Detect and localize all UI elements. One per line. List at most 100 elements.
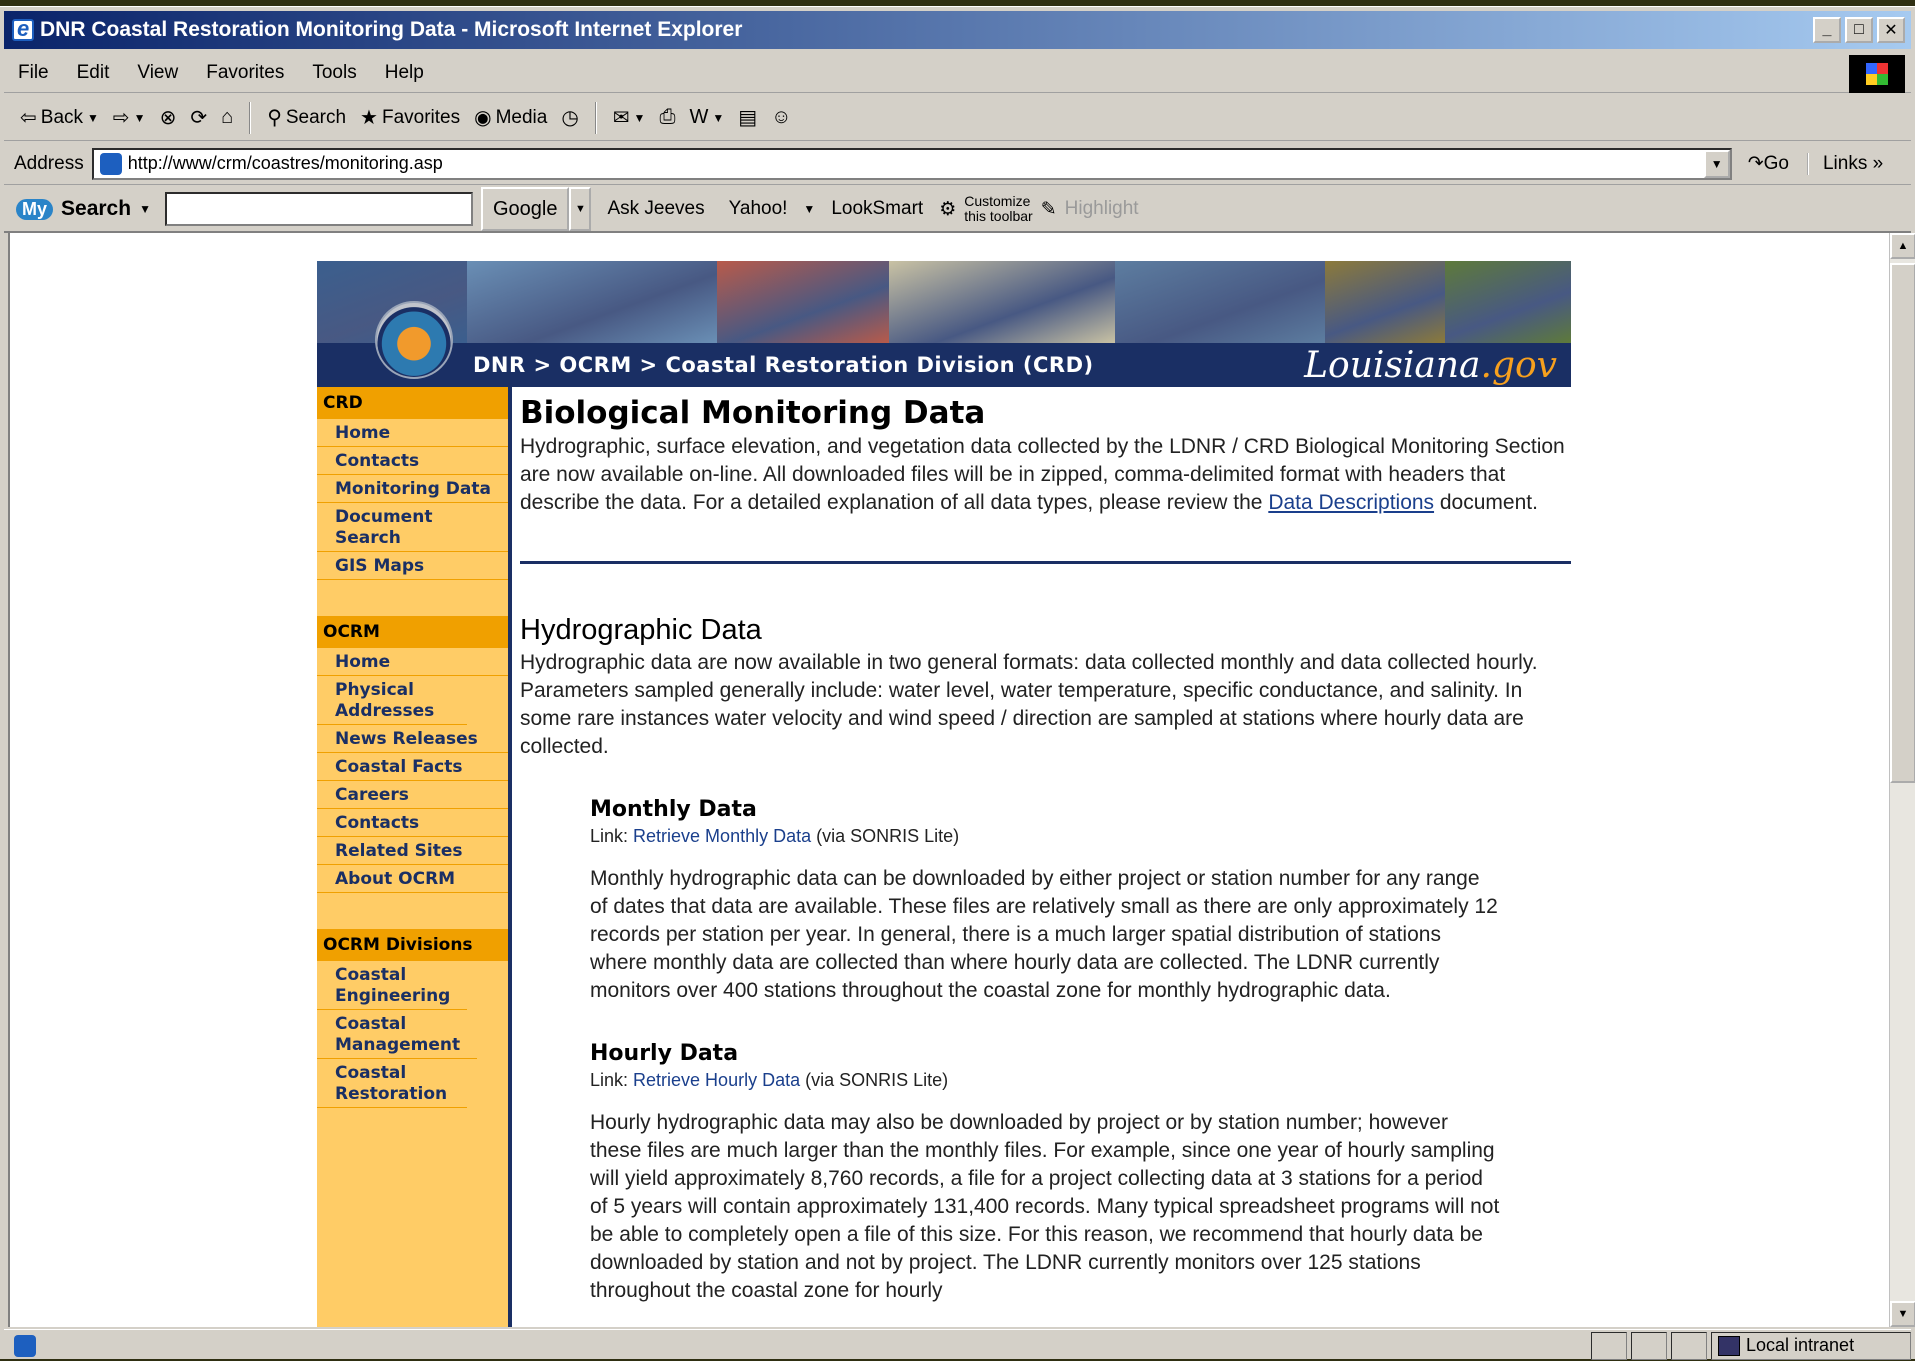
nav-ocrm-news-releases[interactable]: News Releases [317,725,508,753]
media-button[interactable]: ◉ Media [470,105,551,130]
minimize-button[interactable]: _ [1813,17,1841,43]
looksmart-link[interactable]: LookSmart [823,198,931,220]
page-title: Biological Monitoring Data [520,395,986,431]
louisiana-gov-logo[interactable]: Louisiana.gov [1304,345,1557,386]
links-button[interactable]: Links » [1806,152,1883,175]
divider [520,561,1571,564]
menu-tools[interactable]: Tools [298,62,370,84]
retrieve-hourly-data-link[interactable]: Retrieve Hourly Data [633,1070,800,1090]
zone-label: Local intranet [1746,1335,1855,1355]
nav-coastal-management[interactable]: Coastal Management [317,1010,477,1059]
logo-dot-gov-text: .gov [1480,345,1558,386]
intro-text-end: document. [1434,491,1538,514]
chevron-down-icon: ▼ [133,110,146,125]
nav-coastal-restoration[interactable]: Coastal Restoration [317,1059,467,1108]
banner-photo [1115,261,1325,343]
standard-toolbar: ⇦ Back ▼ ⇨ ▼ ⊗ ⟳ ⌂ ⚲ Search ★ Favorites ◉ Medi… [4,95,1911,141]
chevron-down-icon[interactable]: ▼ [139,202,151,216]
nav-crd-home[interactable]: Home [317,419,508,447]
menu-file[interactable]: File [4,62,63,84]
hourly-section: Hourly Data Link: Retrieve Hourly Data (… [590,1041,1571,1305]
scroll-thumb[interactable] [1890,263,1915,783]
menu-help[interactable]: Help [371,62,438,84]
chevron-down-icon[interactable]: ▼ [803,202,815,216]
dnr-seal-icon [375,301,453,379]
address-bar: Address http://www/crm/coastres/monitori… [4,143,1911,185]
monthly-paragraph: Monthly hydrographic data can be downloa… [590,867,1498,1002]
discuss-button[interactable]: ▤ [734,105,761,130]
address-input[interactable]: http://www/crm/coastres/monitoring.asp ▼ [91,147,1732,180]
breadcrumb[interactable]: DNR > OCRM > Coastal Restoration Divisio… [473,353,1094,377]
left-nav: CRD Home Contacts Monitoring Data Docume… [317,387,512,1327]
google-button[interactable]: Google [480,187,570,231]
print-icon: ⎙ [659,106,676,128]
customize-label-1: Customize [964,193,1031,209]
nav-crd-gis-maps[interactable]: GIS Maps [317,552,508,580]
monthly-section: Monthly Data Link: Retrieve Monthly Data… [590,797,1571,1005]
hourly-link-suffix: (via SONRIS Lite) [800,1070,949,1090]
go-arrow-icon: ↷ [1747,153,1764,174]
favorites-icon: ★ [360,107,378,129]
links-label: Links [1822,152,1868,174]
search-icon: ⚲ [267,107,282,129]
banner-photo [717,261,889,343]
highlight-button[interactable]: Highlight [1065,198,1139,220]
refresh-button[interactable]: ⟳ [186,105,211,130]
nav-ocrm-related-sites[interactable]: Related Sites [317,837,508,865]
print-button[interactable]: ⎙ [655,106,679,129]
menu-favorites[interactable]: Favorites [192,62,298,84]
toolbar-separator [249,101,252,134]
data-descriptions-link[interactable]: Data Descriptions [1268,491,1434,514]
scroll-down-button[interactable]: ▼ [1890,1301,1915,1327]
nav-ocrm-coastal-facts[interactable]: Coastal Facts [317,753,508,781]
retrieve-monthly-data-link[interactable]: Retrieve Monthly Data [633,826,811,846]
home-icon: ⌂ [221,106,234,128]
messenger-button[interactable]: ☺ [767,106,795,129]
yahoo-link[interactable]: Yahoo! [721,198,796,220]
nav-ocrm-physical-addresses[interactable]: Physical Addresses [317,676,467,725]
close-button[interactable]: ✕ [1877,17,1905,43]
nav-coastal-engineering[interactable]: Coastal Engineering [317,961,467,1010]
search-toolbar: My Search ▼ Google ▼ Ask Jeeves Yahoo! ▼… [4,187,1911,233]
intranet-icon [1718,1335,1740,1356]
search-button[interactable]: ⚲ Search [263,105,350,130]
edit-button[interactable]: W ▼ [685,106,728,129]
menu-edit[interactable]: Edit [63,62,124,84]
nav-crd-monitoring-data[interactable]: Monitoring Data [317,475,508,503]
site-banner: DNR > OCRM > Coastal Restoration Divisio… [317,261,1571,387]
nav-ocrm-home[interactable]: Home [317,648,508,676]
nav-ocrm-about[interactable]: About OCRM [317,865,508,893]
scroll-up-button[interactable]: ▲ [1890,233,1915,259]
nav-ocrm-contacts[interactable]: Contacts [317,809,508,837]
menu-view[interactable]: View [123,62,192,84]
nav-crd-document-search[interactable]: Document Search [317,503,508,552]
home-button[interactable]: ⌂ [217,106,237,129]
window-title: DNR Coastal Restoration Monitoring Data … [40,18,743,41]
vertical-scrollbar[interactable]: ▲ ▼ [1889,233,1915,1327]
back-button[interactable]: ⇦ Back ▼ [16,105,103,130]
customize-toolbar-button[interactable]: Customize this toolbar [964,194,1032,224]
chevron-down-icon: ▼ [712,110,725,125]
address-dropdown-button[interactable]: ▼ [1703,149,1730,178]
banner-photo [889,261,1115,343]
go-button[interactable]: ↷Go [1732,152,1799,175]
nav-ocrm-careers[interactable]: Careers [317,781,508,809]
google-dropdown-button[interactable]: ▼ [569,187,592,231]
toolbar-separator [594,101,597,134]
mysearch-button[interactable]: Search [61,197,131,221]
maximize-button[interactable]: □ [1845,17,1873,43]
page-viewport: DNR > OCRM > Coastal Restoration Divisio… [8,233,1889,1327]
stop-button[interactable]: ⊗ [156,105,181,130]
favorites-button[interactable]: ★ Favorites [356,105,464,130]
ask-jeeves-link[interactable]: Ask Jeeves [599,198,712,220]
search-input[interactable] [164,192,473,226]
mysearch-logo: My [16,198,54,220]
chevron-down-icon: ▼ [87,110,99,125]
customize-icon: ⚙ [939,198,957,220]
forward-button[interactable]: ⇨ ▼ [109,105,150,130]
nav-crd-contacts[interactable]: Contacts [317,447,508,475]
messenger-icon: ☺ [771,106,792,128]
logo-main-text: Louisiana [1304,345,1481,386]
history-button[interactable]: ◷ [557,105,582,130]
mail-button[interactable]: ✉ ▼ [609,105,650,130]
